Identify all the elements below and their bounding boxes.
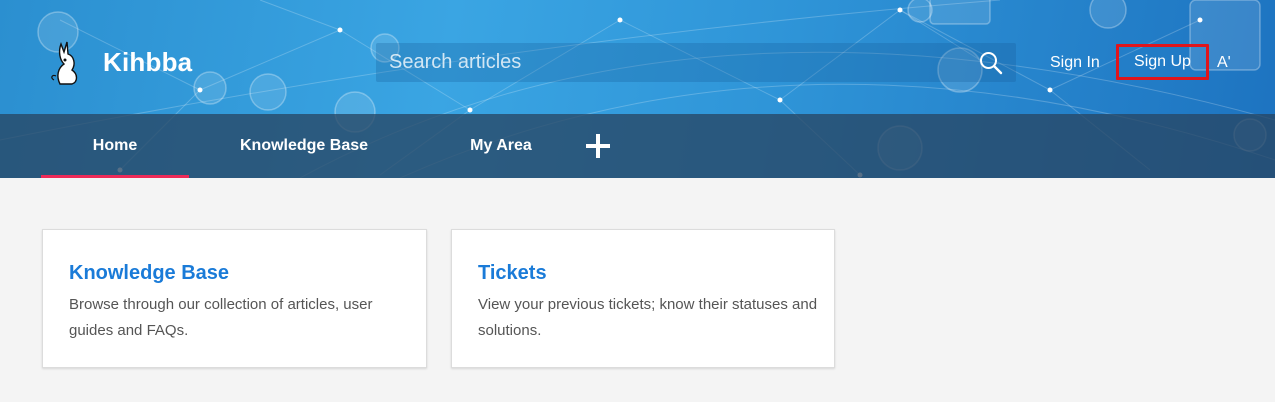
plus-icon[interactable] [584, 132, 612, 160]
tab-label: My Area [470, 137, 532, 154]
kangaroo-logo-icon[interactable] [48, 40, 84, 86]
tab-my-area[interactable]: My Area [440, 114, 562, 178]
tab-home[interactable]: Home [41, 114, 189, 178]
knowledge-base-card[interactable]: Knowledge Base Browse through our collec… [42, 229, 427, 368]
card-title[interactable]: Tickets [478, 262, 547, 285]
language-switcher[interactable]: A' [1217, 54, 1231, 72]
sign-up-label: Sign Up [1134, 53, 1191, 70]
card-title[interactable]: Knowledge Base [69, 262, 229, 285]
search-icon [980, 52, 1003, 75]
search-bar [376, 43, 1016, 82]
sign-in-link[interactable]: Sign In [1050, 54, 1100, 72]
tab-knowledge-base[interactable]: Knowledge Base [210, 114, 398, 178]
card-description: Browse through our collection of article… [69, 296, 373, 339]
tab-label: Knowledge Base [239, 137, 369, 154]
brand-name[interactable]: Kihbba [103, 47, 192, 78]
search-input[interactable] [376, 43, 966, 82]
search-button[interactable] [976, 49, 1006, 77]
main-nav: Home Knowledge Base My Area [0, 114, 1275, 178]
tickets-card[interactable]: Tickets View your previous tickets; know… [451, 229, 835, 368]
card-description: View your previous tickets; know their s… [478, 296, 818, 339]
sign-up-link[interactable]: Sign Up [1116, 44, 1209, 80]
tab-label: Home [92, 137, 138, 154]
site-header: Kihbba Sign In Sign Up A' Home Knowledge… [0, 0, 1275, 178]
